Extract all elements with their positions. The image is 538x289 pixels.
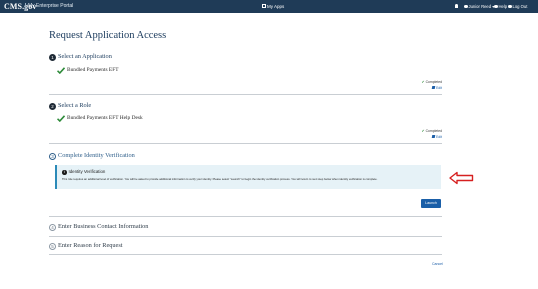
logout-link[interactable]: Log Out bbox=[508, 3, 527, 10]
step-title: Select an Application bbox=[58, 53, 112, 60]
step-title: Select a Role bbox=[58, 102, 92, 109]
annotation-arrow-icon bbox=[449, 171, 474, 185]
selected-role: Bundled Payments EFT Help Desk bbox=[67, 115, 143, 121]
help-label: Help bbox=[498, 4, 508, 9]
apps-icon bbox=[262, 4, 266, 9]
step-number-badge: 1 bbox=[49, 53, 56, 61]
step-title: Complete Identity Verification bbox=[58, 152, 135, 159]
edit-icon bbox=[431, 86, 436, 90]
user-icon bbox=[464, 4, 468, 8]
portal-name[interactable]: My Enterprise Portal bbox=[28, 3, 73, 10]
check-icon bbox=[57, 67, 65, 74]
help-link[interactable]: Help bbox=[494, 3, 507, 10]
check-icon bbox=[57, 115, 65, 122]
alert-heading: i Identity Verification bbox=[62, 169, 106, 175]
step-4-header: 4 Enter Business Contact Information bbox=[49, 223, 148, 231]
edit-application-link[interactable]: Edit bbox=[431, 86, 442, 90]
completed-status: ✔Completed bbox=[421, 80, 442, 84]
help-icon bbox=[494, 4, 498, 8]
completed-status: ✔Completed bbox=[421, 129, 442, 133]
step-number-badge: 2 bbox=[49, 102, 56, 110]
logout-label: Log Out bbox=[512, 4, 528, 9]
brand-divider bbox=[25, 3, 26, 10]
step-divider bbox=[49, 94, 442, 95]
alert-description: This role requires an additional level o… bbox=[62, 178, 378, 181]
step-1-header: 1 Select an Application bbox=[49, 53, 112, 61]
step-title: Enter Business Contact Information bbox=[58, 223, 149, 230]
top-navigation-bar: CMS.gov My Enterprise Portal My Apps Jun… bbox=[0, 0, 538, 13]
step-5-header: 5 Enter Reason for Request bbox=[49, 242, 123, 250]
cancel-link[interactable]: Cancel bbox=[432, 262, 443, 267]
step-title: Enter Reason for Request bbox=[58, 242, 123, 249]
selected-application: Bundled Payments EFT bbox=[67, 67, 119, 73]
my-apps-label: My Apps bbox=[267, 4, 285, 9]
bell-icon bbox=[455, 4, 458, 8]
step-2-header: 2 Select a Role bbox=[49, 102, 91, 110]
launch-button[interactable]: Launch bbox=[421, 199, 441, 208]
step-number-badge: 4 bbox=[49, 223, 56, 231]
step-number-badge: 3 bbox=[49, 152, 56, 160]
info-icon: i bbox=[62, 170, 67, 175]
step-divider bbox=[49, 254, 442, 255]
user-name: Junior Reed bbox=[468, 4, 492, 9]
user-menu[interactable]: Junior Reed ▾ bbox=[464, 3, 494, 10]
step-divider bbox=[49, 143, 442, 144]
step-3-header: 3 Complete Identity Verification bbox=[49, 152, 135, 160]
my-apps-link[interactable]: My Apps bbox=[262, 3, 284, 10]
step-number-badge: 5 bbox=[49, 242, 56, 250]
identity-verification-alert: i Identity Verification This role require… bbox=[55, 165, 441, 189]
page-title: Request Application Access bbox=[49, 30, 167, 41]
edit-role-link[interactable]: Edit bbox=[431, 135, 442, 139]
logout-icon bbox=[508, 4, 512, 8]
step-divider bbox=[49, 216, 442, 217]
step-divider bbox=[49, 236, 442, 237]
edit-icon bbox=[431, 135, 436, 139]
